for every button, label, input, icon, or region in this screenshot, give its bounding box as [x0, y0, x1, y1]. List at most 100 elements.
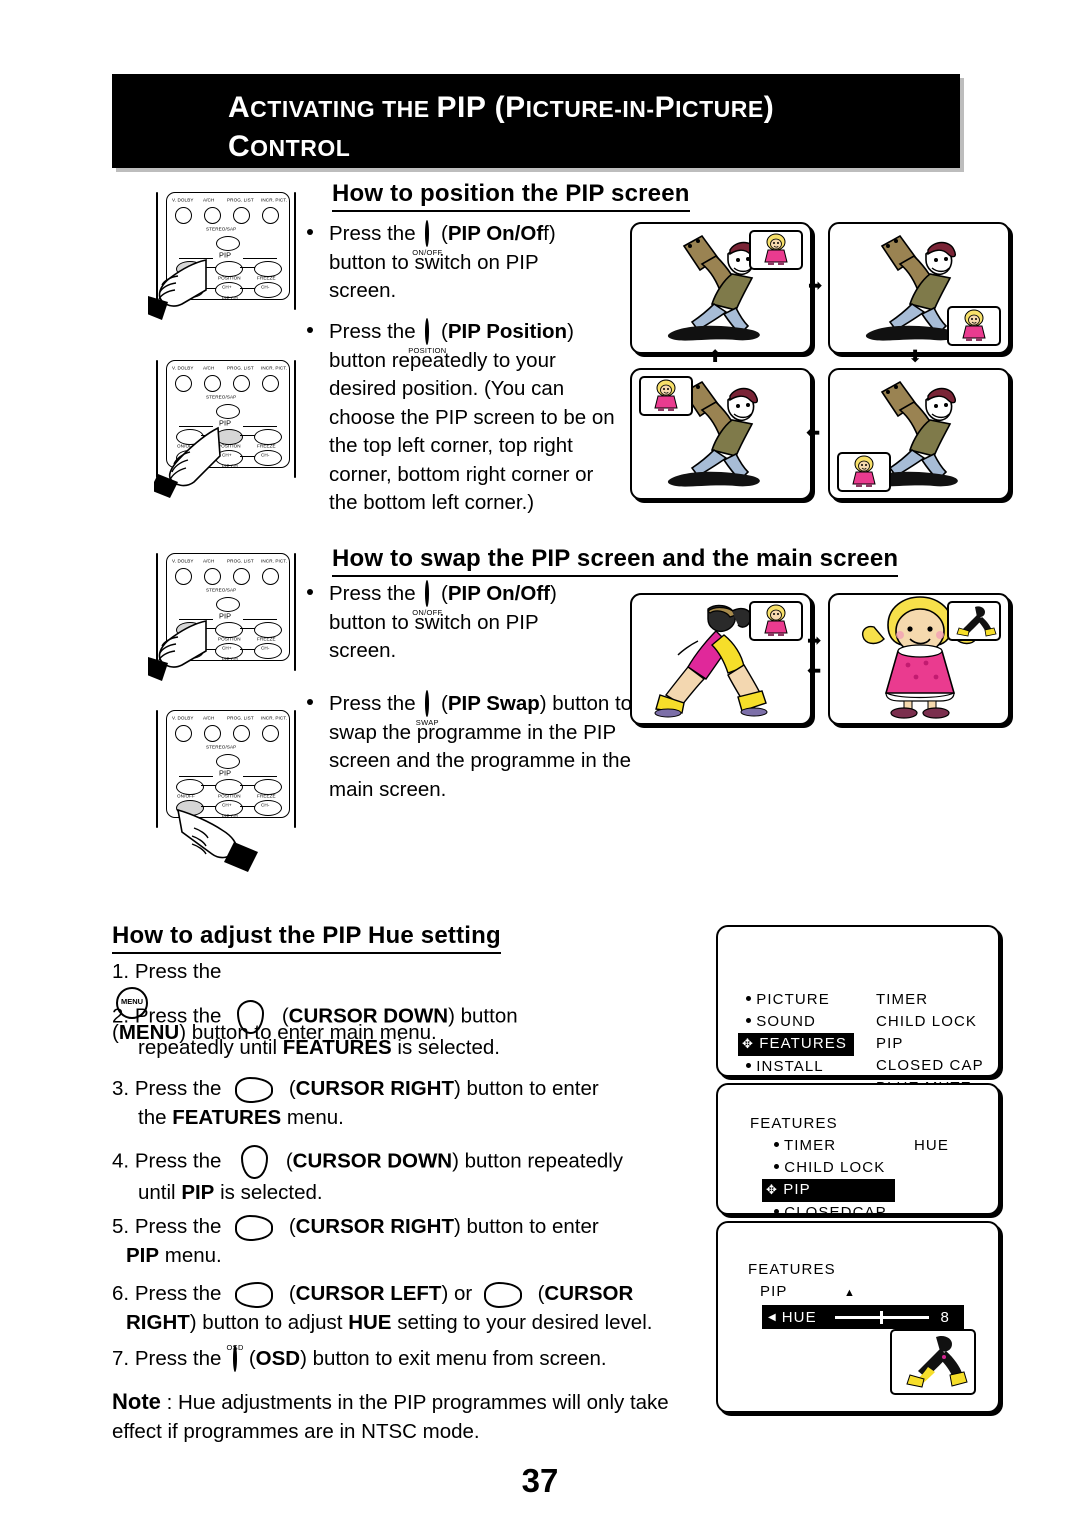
section2-bullet-1: Press the ON/OFF (PIP On/Off) button to …: [307, 580, 607, 666]
step-6-bold: CURSOR LEFT: [295, 1282, 442, 1305]
step-4-bold: CURSOR DOWN: [292, 1149, 453, 1173]
bullet1-pre: Press the: [329, 222, 416, 245]
step-1-number: 1.: [112, 960, 130, 983]
osd-right-closed-cap: CLOSED CAP: [876, 1057, 984, 1074]
step-2-rest: button: [460, 1004, 518, 1028]
s2-bullet2-bold: PIP Swap: [447, 692, 540, 715]
osd-button-icon: OSD: [227, 1343, 243, 1374]
hue-slider-track[interactable]: [834, 1310, 929, 1324]
step-6: 6. Press the (CURSOR LEFT) or (CURSOR RI…: [112, 1281, 653, 1334]
girl-image: [764, 604, 788, 636]
step-6-rest: ) button to adjust: [189, 1310, 343, 1334]
paren-open: (: [441, 692, 448, 715]
step-6-bold2: CURSOR: [544, 1282, 634, 1305]
s2-bullet1-bold: PIP On/Off: [447, 582, 550, 605]
bullet-icon: [746, 1063, 751, 1069]
osd-right-pip: PIP: [876, 1035, 904, 1052]
osd-f-closedcap: CLOSEDCAP: [784, 1204, 887, 1221]
step-3-rest2-bold: FEATURES: [172, 1105, 282, 1129]
arrow-left-icon: ⬅: [807, 661, 821, 680]
pip-window: [947, 306, 1001, 346]
step-4-rest2-pre: until: [138, 1181, 176, 1204]
pip-window: [639, 376, 693, 416]
girl-image: [764, 233, 788, 265]
step-3-rest2-post: menu.: [286, 1105, 344, 1129]
cursor-left-button-icon: [235, 1281, 274, 1308]
step-5-rest2-bold: PIP: [126, 1243, 160, 1267]
note-block: Note : Hue adjustments in the PIP progra…: [112, 1388, 692, 1446]
step-7-pre: Press the: [134, 1347, 222, 1370]
cursor-right-button-icon: [235, 1214, 274, 1241]
osd-features-menu: FEATURES TIMER HUE CHILD LOCK ✥ PIP CLOS…: [716, 1083, 1000, 1221]
pip-onoff-button-icon: ON/OFF: [412, 220, 442, 257]
pip-onoff-button-icon: ON/OFF: [412, 580, 442, 617]
pip-position-button-icon: POSITION: [408, 318, 446, 355]
step-1-pre: Press the: [134, 960, 222, 983]
hand-icon: [176, 808, 258, 872]
tv-screen-bottom-right: [828, 222, 1010, 354]
bullet1-bold: PIP On/Of: [447, 222, 544, 245]
tv-screen-bottom-left: [828, 368, 1010, 500]
section1-heading: How to position the PIP screen: [332, 180, 690, 212]
osd-f-pip-selected: ✥ PIP: [762, 1179, 895, 1202]
hue-slider-thumb[interactable]: [879, 1310, 883, 1324]
s2-bullet1-pre: Press the: [329, 582, 416, 605]
bullet2-bold: PIP Position: [447, 320, 568, 343]
hue-slider-label: HUE: [781, 1308, 817, 1326]
arrow-up-icon: ⬆: [708, 347, 722, 366]
step-2-pre: Press the: [134, 1004, 222, 1028]
note-colon: :: [166, 1391, 173, 1414]
osd-f-child-lock: CHILD LOCK: [784, 1159, 886, 1176]
cursor-right-button-icon: [235, 1076, 274, 1103]
step-6-bold2b: RIGHT: [126, 1310, 190, 1334]
hand-icon: [148, 620, 207, 681]
hue-slider-row[interactable]: ◀ HUE 8: [762, 1305, 964, 1329]
tv-screen-swap-before: [630, 593, 812, 725]
osd-features-title: FEATURES: [750, 1115, 838, 1132]
bullet2-rest: button repeatedly to your desired positi…: [329, 348, 615, 515]
page-title: ACTIVATING THE PIP (PICTURE-IN-PICTURE) …: [228, 91, 775, 164]
step-3-rest2-pre: the: [138, 1105, 167, 1129]
step-7-bold: OSD: [255, 1347, 301, 1370]
osd-f-timer: TIMER: [784, 1137, 837, 1154]
step-6-number: 6.: [112, 1282, 130, 1305]
osd-item-picture: PICTURE: [756, 991, 830, 1008]
step-4-pre: Press the: [134, 1149, 222, 1173]
arrow-up-icon: ▲: [844, 1287, 856, 1299]
cursor-arrows-icon: ✥: [742, 1036, 754, 1051]
remote-position: V. DOLBY A/CH PROG. LIST INCR. PICT. STE…: [148, 360, 303, 498]
pip-window-preview: [890, 1329, 976, 1395]
girl-image: [654, 379, 678, 411]
cursor-arrows-icon: ✥: [766, 1182, 778, 1197]
pip-window: [947, 601, 1001, 641]
osd-item-features-selected: ✥ FEATURES: [738, 1033, 854, 1056]
cursor-right-button-icon: [483, 1281, 522, 1308]
pip-swap-button-icon: SWAP: [416, 690, 439, 727]
step-2-rest2-bold: FEATURES: [282, 1036, 392, 1059]
paren-close: ): [567, 320, 574, 343]
tv-screen-top-right: [630, 222, 812, 354]
paren-close: ): [539, 692, 547, 715]
osd-f-hue-value: HUE: [914, 1137, 949, 1154]
bullet-icon: [746, 1018, 751, 1024]
step-5-rest: button to enter: [466, 1215, 599, 1238]
step-2: 2. Press the (CURSOR DOWN) button repeat…: [112, 1000, 712, 1063]
step-3-number: 3.: [112, 1077, 130, 1100]
osd-pip-hue-menu: FEATURES PIP ▲ ◀ HUE 8: [716, 1221, 1000, 1413]
step-3-pre: Press the: [134, 1077, 222, 1100]
arrow-left-icon[interactable]: ◀: [768, 1312, 776, 1323]
pip-window: [749, 601, 803, 641]
bullet2-pre: Press the: [329, 320, 416, 343]
arrow-right-icon: ➡: [807, 631, 821, 650]
section2-heading-wrap: How to swap the PIP screen and the main …: [332, 545, 899, 577]
osd-item-install: INSTALL: [756, 1058, 824, 1075]
hue-slider-value: 8: [940, 1308, 950, 1326]
section2-bullet-2: Press the SWAP (PIP Swap) button to swap…: [307, 690, 637, 804]
step-4-rest2-bold: PIP: [181, 1181, 215, 1204]
dancer-image: [906, 1335, 968, 1388]
tv-screen-top-left: [630, 368, 812, 500]
osd-right-child-lock: CHILD LOCK: [876, 1013, 978, 1030]
osd-hue-title: FEATURES: [748, 1261, 836, 1278]
step-2-number: 2.: [112, 1004, 130, 1028]
paren-close: ): [549, 582, 557, 605]
